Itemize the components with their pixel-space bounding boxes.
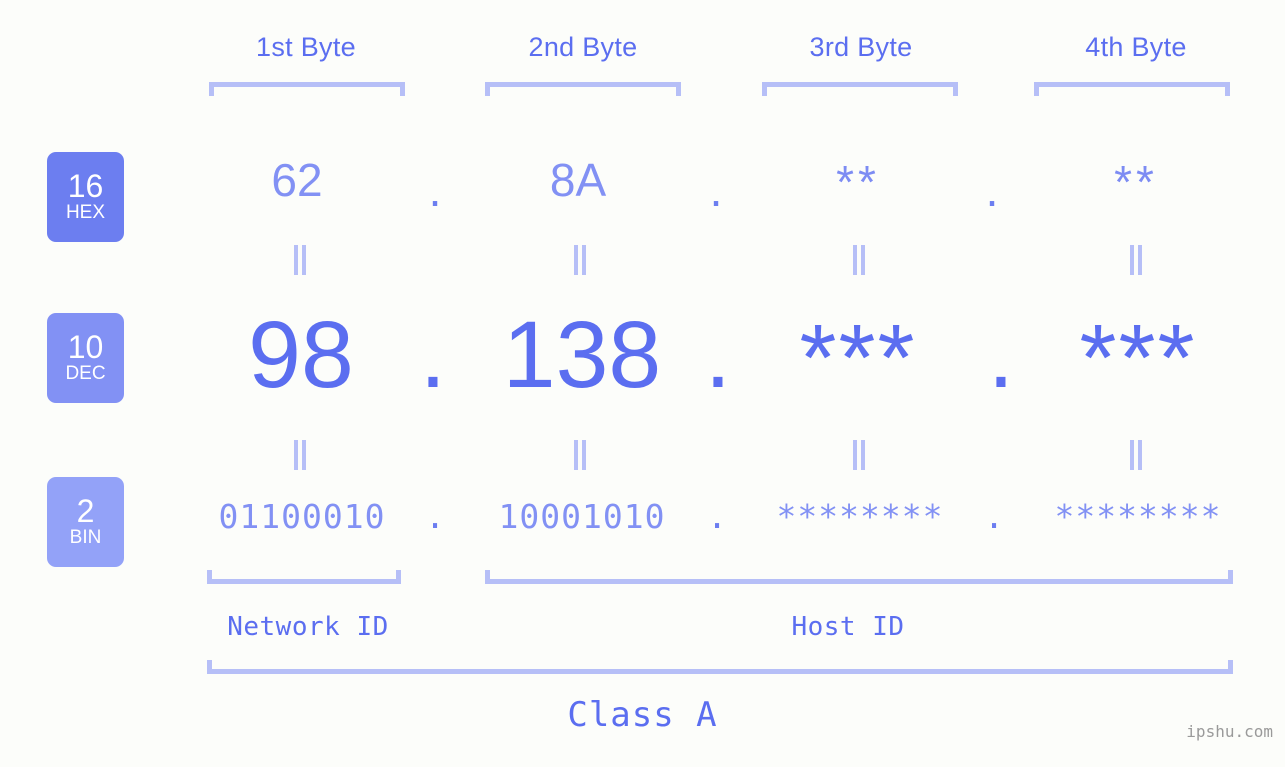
base-badge-dec-name: DEC [65,363,106,385]
hex-separator-3: . [985,164,999,216]
host-id-label: Host ID [791,612,905,642]
bin-separator-1: . [425,497,445,536]
base-badge-dec: 10 DEC [47,313,124,403]
byte-header-label-4: 4th Byte [1085,32,1187,62]
class-label: Class A [567,695,718,735]
base-badge-hex-name: HEX [65,202,106,224]
equality-mark-6 [572,440,588,470]
dec-value-byte-3: *** [799,305,917,411]
byte-header-label-2: 2nd Byte [528,32,638,62]
bin-value-byte-1: 01100010 [218,497,386,536]
hex-separator-1: . [428,164,442,216]
byte-bracket-1 [209,82,405,96]
ip-byte-breakdown-diagram: 1st Byte 2nd Byte 3rd Byte 4th Byte 16 H… [0,0,1285,767]
base-badge-hex-number: 16 [67,168,104,205]
host-id-bracket [485,570,1233,584]
bin-value-byte-2: 10001010 [498,497,666,536]
equality-mark-8 [1128,440,1144,470]
base-badge-hex: 16 HEX [47,152,124,242]
equality-mark-5 [292,440,308,470]
byte-header-label-3: 3rd Byte [809,32,913,62]
equality-mark-3 [851,245,867,275]
base-badge-bin-name: BIN [69,527,102,549]
base-badge-bin: 2 BIN [47,477,124,567]
byte-bracket-2 [485,82,681,96]
hex-value-byte-4: ** [1114,156,1158,208]
equality-mark-7 [851,440,867,470]
dec-value-byte-4: *** [1079,305,1197,411]
equality-mark-1 [292,245,308,275]
base-badge-bin-number: 2 [76,493,95,530]
dec-value-byte-2: 138 [502,302,662,408]
bin-value-byte-3: ******** [776,497,944,536]
network-id-bracket [207,570,401,584]
hex-value-byte-1: 62 [271,154,323,206]
dec-separator-1: . [419,302,447,408]
dec-value-byte-1: 98 [248,302,354,408]
hex-value-byte-3: ** [836,156,880,208]
bin-value-byte-4: ******** [1054,497,1222,536]
base-badge-dec-number: 10 [67,329,104,366]
hex-value-byte-2: 8A [549,154,607,206]
equality-mark-2 [572,245,588,275]
bin-separator-3: . [984,497,1004,536]
byte-header-label-1: 1st Byte [256,32,356,62]
bin-separator-2: . [707,497,727,536]
watermark: ipshu.com [1186,722,1273,741]
equality-mark-4 [1128,245,1144,275]
hex-separator-2: . [709,164,723,216]
byte-bracket-4 [1034,82,1230,96]
network-id-label: Network ID [227,612,389,642]
byte-bracket-3 [762,82,958,96]
class-bracket [207,660,1233,674]
